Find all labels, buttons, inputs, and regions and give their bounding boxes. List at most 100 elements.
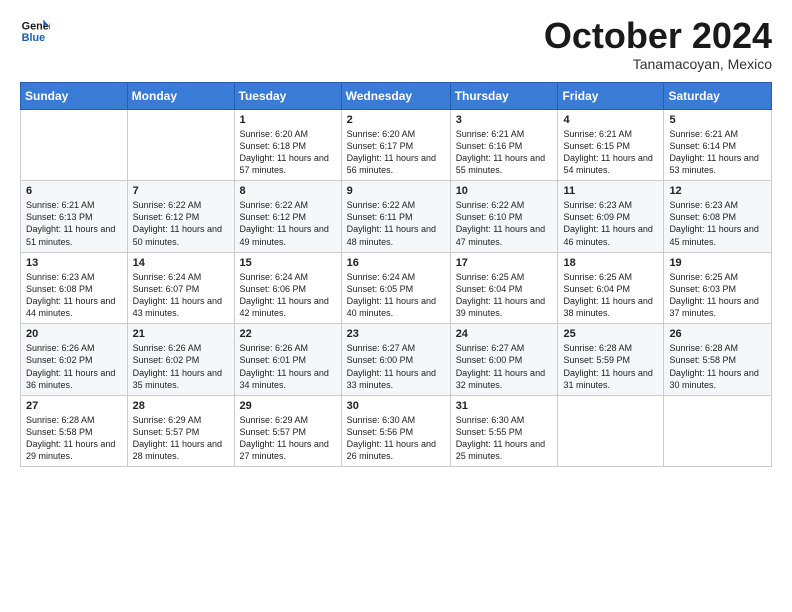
calendar-cell: 15Sunrise: 6:24 AM Sunset: 6:06 PM Dayli… xyxy=(234,252,341,324)
calendar-cell: 23Sunrise: 6:27 AM Sunset: 6:00 PM Dayli… xyxy=(341,324,450,396)
calendar-cell: 31Sunrise: 6:30 AM Sunset: 5:55 PM Dayli… xyxy=(450,395,558,467)
calendar-cell xyxy=(21,109,128,181)
day-number: 23 xyxy=(347,328,445,340)
calendar-cell xyxy=(664,395,772,467)
day-number: 25 xyxy=(563,328,658,340)
calendar-cell: 20 Sunrise: 6:26 AM Sunset: 6:02 PM Dayli… xyxy=(21,324,128,396)
title-block: October 2024 Tanamacoyan, Mexico xyxy=(544,16,772,72)
cell-info: Sunrise: 6:29 AM Sunset: 5:57 PM Dayligh… xyxy=(240,414,336,463)
weekday-header-friday: Friday xyxy=(558,82,664,109)
calendar-cell: 18 Sunrise: 6:25 AM Sunset: 6:04 PM Dayli… xyxy=(558,252,664,324)
day-number: 14 xyxy=(133,257,229,269)
calendar-cell: 3 Sunrise: 6:21 AM Sunset: 6:16 PM Daylig… xyxy=(450,109,558,181)
calendar-table: SundayMondayTuesdayWednesdayThursdayFrid… xyxy=(20,82,772,468)
weekday-header-sunday: Sunday xyxy=(21,82,128,109)
day-number: 28 xyxy=(133,400,229,412)
weekday-header-wednesday: Wednesday xyxy=(341,82,450,109)
calendar-cell xyxy=(127,109,234,181)
location: Tanamacoyan, Mexico xyxy=(544,56,772,72)
cell-info: Sunrise: 6:21 AM Sunset: 6:16 PM Dayligh… xyxy=(456,128,553,177)
calendar-cell: 19 Sunrise: 6:25 AM Sunset: 6:03 PM Dayli… xyxy=(664,252,772,324)
weekday-header-thursday: Thursday xyxy=(450,82,558,109)
cell-info: Sunrise: 6:26 AM Sunset: 6:02 PM Dayligh… xyxy=(26,342,122,391)
calendar-cell: 2Sunrise: 6:20 AM Sunset: 6:17 PM Daylig… xyxy=(341,109,450,181)
day-number: 7 xyxy=(133,185,229,197)
day-number: 11 xyxy=(563,185,658,197)
day-number: 24 xyxy=(456,328,553,340)
day-number: 1 xyxy=(240,114,336,126)
cell-info: Sunrise: 6:27 AM Sunset: 6:00 PM Dayligh… xyxy=(456,342,553,391)
cell-info: Sunrise: 6:24 AM Sunset: 6:05 PM Dayligh… xyxy=(347,271,445,320)
calendar-cell: 30 Sunrise: 6:30 AM Sunset: 5:56 PM Dayli… xyxy=(341,395,450,467)
calendar-cell: 29 Sunrise: 6:29 AM Sunset: 5:57 PM Dayli… xyxy=(234,395,341,467)
calendar-cell: 6Sunrise: 6:21 AM Sunset: 6:13 PM Daylig… xyxy=(21,181,128,253)
calendar-cell: 12 Sunrise: 6:23 AM Sunset: 6:08 PM Dayli… xyxy=(664,181,772,253)
week-row-5: 27 Sunrise: 6:28 AM Sunset: 5:58 PM Dayli… xyxy=(21,395,772,467)
cell-info: Sunrise: 6:23 AM Sunset: 6:08 PM Dayligh… xyxy=(669,199,766,248)
calendar-cell: 4 Sunrise: 6:21 AM Sunset: 6:15 PM Daylig… xyxy=(558,109,664,181)
cell-info: Sunrise: 6:23 AM Sunset: 6:08 PM Dayligh… xyxy=(26,271,122,320)
weekday-header-monday: Monday xyxy=(127,82,234,109)
cell-info: Sunrise: 6:30 AM Sunset: 5:56 PM Dayligh… xyxy=(347,414,445,463)
calendar-cell: 25Sunrise: 6:28 AM Sunset: 5:59 PM Dayli… xyxy=(558,324,664,396)
week-row-3: 13 Sunrise: 6:23 AM Sunset: 6:08 PM Dayli… xyxy=(21,252,772,324)
cell-info: Sunrise: 6:25 AM Sunset: 6:03 PM Dayligh… xyxy=(669,271,766,320)
logo-icon: General Blue xyxy=(20,16,50,46)
day-number: 12 xyxy=(669,185,766,197)
month-title: October 2024 xyxy=(544,16,772,56)
cell-info: Sunrise: 6:28 AM Sunset: 5:58 PM Dayligh… xyxy=(26,414,122,463)
cell-info: Sunrise: 6:21 AM Sunset: 6:15 PM Dayligh… xyxy=(563,128,658,177)
day-number: 18 xyxy=(563,257,658,269)
cell-info: Sunrise: 6:26 AM Sunset: 6:01 PM Dayligh… xyxy=(240,342,336,391)
day-number: 9 xyxy=(347,185,445,197)
day-number: 29 xyxy=(240,400,336,412)
calendar-cell: 22 Sunrise: 6:26 AM Sunset: 6:01 PM Dayli… xyxy=(234,324,341,396)
cell-info: Sunrise: 6:28 AM Sunset: 5:58 PM Dayligh… xyxy=(669,342,766,391)
cell-info: Sunrise: 6:30 AM Sunset: 5:55 PM Dayligh… xyxy=(456,414,553,463)
day-number: 17 xyxy=(456,257,553,269)
calendar-cell: 13 Sunrise: 6:23 AM Sunset: 6:08 PM Dayli… xyxy=(21,252,128,324)
svg-text:General: General xyxy=(22,20,50,32)
calendar-cell: 27 Sunrise: 6:28 AM Sunset: 5:58 PM Dayli… xyxy=(21,395,128,467)
calendar-cell: 9 Sunrise: 6:22 AM Sunset: 6:11 PM Daylig… xyxy=(341,181,450,253)
day-number: 22 xyxy=(240,328,336,340)
calendar-cell: 14 Sunrise: 6:24 AM Sunset: 6:07 PM Dayli… xyxy=(127,252,234,324)
calendar-cell: 10Sunrise: 6:22 AM Sunset: 6:10 PM Dayli… xyxy=(450,181,558,253)
calendar-cell: 21Sunrise: 6:26 AM Sunset: 6:02 PM Dayli… xyxy=(127,324,234,396)
calendar-cell xyxy=(558,395,664,467)
calendar-cell: 8 Sunrise: 6:22 AM Sunset: 6:12 PM Daylig… xyxy=(234,181,341,253)
cell-info: Sunrise: 6:25 AM Sunset: 6:04 PM Dayligh… xyxy=(563,271,658,320)
weekday-header-saturday: Saturday xyxy=(664,82,772,109)
cell-info: Sunrise: 6:21 AM Sunset: 6:14 PM Dayligh… xyxy=(669,128,766,177)
cell-info: Sunrise: 6:22 AM Sunset: 6:10 PM Dayligh… xyxy=(456,199,553,248)
cell-info: Sunrise: 6:22 AM Sunset: 6:11 PM Dayligh… xyxy=(347,199,445,248)
calendar-cell: 17Sunrise: 6:25 AM Sunset: 6:04 PM Dayli… xyxy=(450,252,558,324)
header: General Blue October 2024 Tanamacoyan, M… xyxy=(20,16,772,72)
calendar-cell: 11Sunrise: 6:23 AM Sunset: 6:09 PM Dayli… xyxy=(558,181,664,253)
day-number: 3 xyxy=(456,114,553,126)
day-number: 5 xyxy=(669,114,766,126)
day-number: 21 xyxy=(133,328,229,340)
logo: General Blue xyxy=(20,16,50,46)
week-row-1: 1 Sunrise: 6:20 AM Sunset: 6:18 PM Daylig… xyxy=(21,109,772,181)
day-number: 20 xyxy=(26,328,122,340)
cell-info: Sunrise: 6:22 AM Sunset: 6:12 PM Dayligh… xyxy=(240,199,336,248)
cell-info: Sunrise: 6:20 AM Sunset: 6:17 PM Dayligh… xyxy=(347,128,445,177)
page: General Blue October 2024 Tanamacoyan, M… xyxy=(0,0,792,612)
svg-text:Blue: Blue xyxy=(22,32,45,44)
day-number: 8 xyxy=(240,185,336,197)
calendar-cell: 26 Sunrise: 6:28 AM Sunset: 5:58 PM Dayli… xyxy=(664,324,772,396)
calendar-cell: 1 Sunrise: 6:20 AM Sunset: 6:18 PM Daylig… xyxy=(234,109,341,181)
day-number: 26 xyxy=(669,328,766,340)
day-number: 6 xyxy=(26,185,122,197)
cell-info: Sunrise: 6:24 AM Sunset: 6:07 PM Dayligh… xyxy=(133,271,229,320)
calendar-cell: 7 Sunrise: 6:22 AM Sunset: 6:12 PM Daylig… xyxy=(127,181,234,253)
cell-info: Sunrise: 6:29 AM Sunset: 5:57 PM Dayligh… xyxy=(133,414,229,463)
cell-info: Sunrise: 6:22 AM Sunset: 6:12 PM Dayligh… xyxy=(133,199,229,248)
day-number: 4 xyxy=(563,114,658,126)
day-number: 13 xyxy=(26,257,122,269)
day-number: 27 xyxy=(26,400,122,412)
day-number: 19 xyxy=(669,257,766,269)
day-number: 30 xyxy=(347,400,445,412)
cell-info: Sunrise: 6:20 AM Sunset: 6:18 PM Dayligh… xyxy=(240,128,336,177)
